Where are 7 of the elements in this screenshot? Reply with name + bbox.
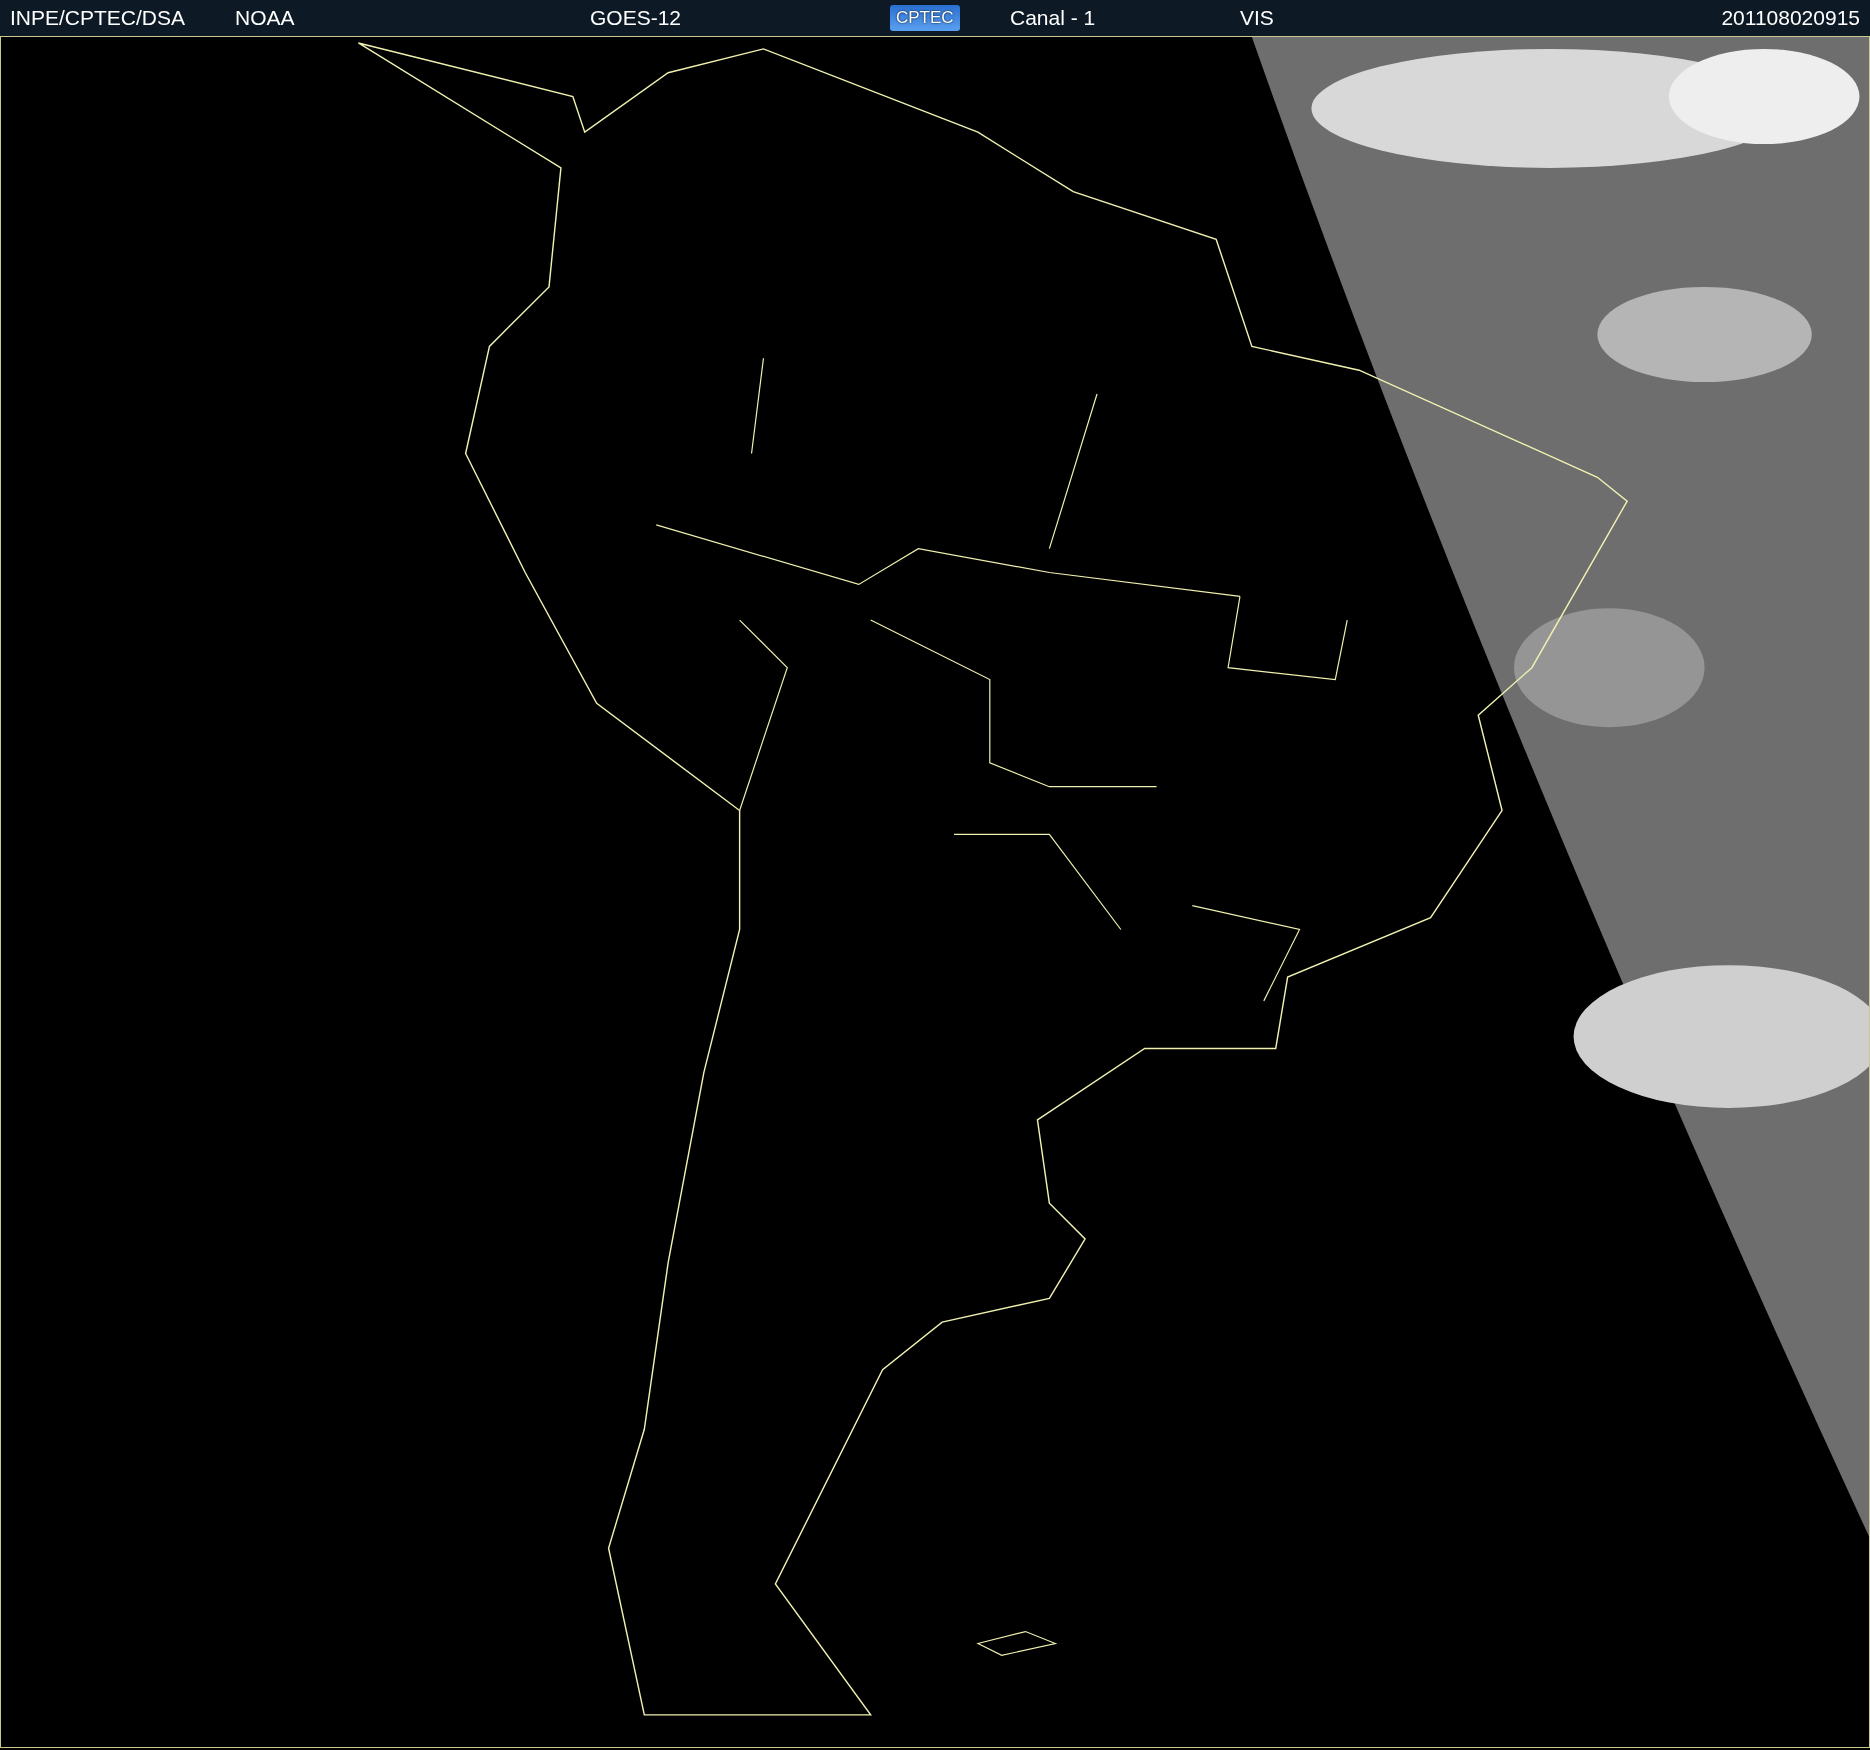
header-label: 201108020915 <box>1721 6 1860 30</box>
header-label: GOES-12 <box>590 6 682 30</box>
logo-badge: CPTEC <box>890 5 960 31</box>
header-label: INPE/CPTEC/DSA <box>10 6 186 30</box>
header-label: VIS <box>1240 6 1274 30</box>
header-label: Canal - 1 <box>1010 6 1096 30</box>
header-label: NOAA <box>235 6 295 30</box>
